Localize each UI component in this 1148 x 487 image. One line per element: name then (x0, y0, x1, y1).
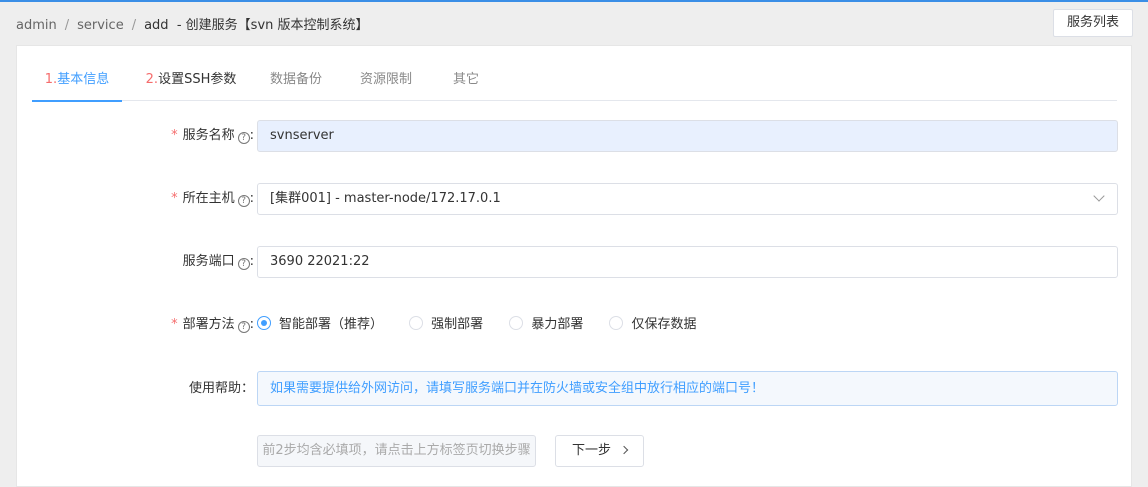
breadcrumb: admin / service / add - 创建服务【svn 版本控制系统】 (16, 18, 369, 33)
header: admin / service / add - 创建服务【svn 版本控制系统】 服务列… (0, 2, 1148, 45)
radio-violent-deploy[interactable]: 暴力部署 (509, 309, 583, 341)
question-icon[interactable]: ? (237, 258, 250, 270)
radio-smart-deploy[interactable]: 智能部署（推荐） (257, 309, 383, 341)
breadcrumb-add: add (144, 18, 169, 33)
radio-dot (409, 316, 424, 330)
question-icon[interactable]: ? (237, 195, 250, 207)
radio-dot (609, 316, 624, 330)
tab-ssh-params[interactable]: 2.设置SSH参数 (139, 46, 243, 101)
tab-resource-limit[interactable]: 资源限制 (356, 46, 416, 101)
prev-steps-button[interactable]: 前2步均含必填项，请点击上方标签页切换步骤 (257, 435, 536, 467)
service-name-label: * 服务名称?: (171, 128, 254, 144)
deploy-radio-group: 智能部署（推荐） 强制部署 暴力部署 仅保存数据 (257, 309, 718, 341)
tabs: 1.基本信息 2.设置SSH参数 数据备份 资源限制 其它 (32, 46, 1117, 102)
tab-basic-info[interactable]: 1.基本信息 (32, 46, 122, 102)
tab-data-backup[interactable]: 数据备份 (266, 46, 326, 101)
port-label: 服务端口?: (182, 254, 254, 270)
breadcrumb-admin[interactable]: admin (16, 18, 57, 33)
host-select[interactable]: [集群001] - master-node/172.17.0.1 (257, 183, 1118, 215)
help-label: 使用帮助： (188, 381, 254, 396)
help-notice: 如果需要提供给外网访问，请填写服务端口并在防火墙或安全组中放行相应的端口号！ (257, 371, 1118, 406)
question-icon[interactable]: ? (237, 132, 250, 144)
host-label: * 所在主机?: (171, 191, 254, 207)
chevron-down-icon (1093, 190, 1105, 202)
question-icon[interactable]: ? (237, 321, 250, 333)
breadcrumb-service[interactable]: service (77, 18, 124, 33)
deploy-label: * 部署方法?: (171, 317, 254, 333)
next-step-button[interactable]: 下一步 (555, 435, 644, 467)
radio-dot (509, 316, 524, 330)
radio-dot (257, 316, 271, 330)
page-title: - 创建服务【svn 版本控制系统】 (176, 18, 369, 33)
chevron-right-icon (619, 445, 629, 455)
main-panel: 1.基本信息 2.设置SSH参数 数据备份 资源限制 其它 * 服务名称?: sv… (16, 45, 1132, 487)
tab-other[interactable]: 其它 (446, 46, 486, 101)
port-input[interactable]: 3690 22021:22 (257, 246, 1118, 278)
service-name-input[interactable]: svnserver (257, 120, 1118, 152)
service-list-button[interactable]: 服务列表 (1053, 9, 1133, 37)
radio-force-deploy[interactable]: 强制部署 (409, 309, 483, 341)
host-select-value: [集群001] - master-node/172.17.0.1 (270, 191, 501, 206)
active-tab-indicator (32, 100, 122, 102)
radio-save-data-only[interactable]: 仅保存数据 (609, 309, 696, 341)
